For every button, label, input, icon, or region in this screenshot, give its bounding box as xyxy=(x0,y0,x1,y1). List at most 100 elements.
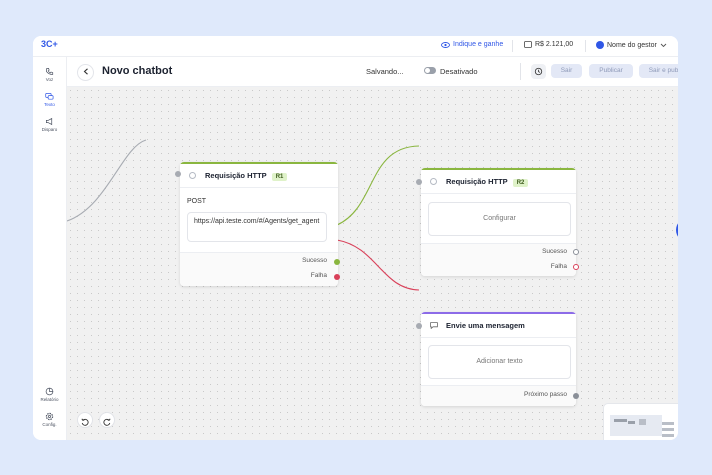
url-field[interactable]: https://api.teste.com/#/Agents/get_agent xyxy=(187,212,327,242)
node-header: Envie uma mensagem xyxy=(421,314,576,338)
chevron-down-icon xyxy=(660,43,667,47)
sidebar-item-label: Config. xyxy=(42,422,57,427)
redo-button[interactable] xyxy=(99,412,115,428)
add-text-field[interactable]: Adicionar texto xyxy=(428,345,571,379)
sidebar-item-label: Voz xyxy=(45,77,54,82)
http-method: POST xyxy=(187,198,207,205)
sidebar-item-config[interactable]: Config. xyxy=(33,412,66,427)
minimap-node xyxy=(614,419,627,422)
configure-button[interactable]: Configurar xyxy=(428,202,571,236)
sidebar-item-label: Disparo xyxy=(41,127,58,132)
user-menu[interactable]: Nome do gestor xyxy=(596,41,667,49)
success-port-label: Sucesso xyxy=(302,257,327,264)
success-port[interactable] xyxy=(573,249,579,255)
node-title: Envie uma mensagem xyxy=(446,321,525,330)
phone-icon xyxy=(46,67,54,75)
node-footer: Próximo passo xyxy=(421,385,576,406)
failure-port-label: Falha xyxy=(310,272,327,279)
success-port[interactable] xyxy=(334,259,340,265)
logo-text: 3C xyxy=(41,39,53,49)
sidebar: Voz Texto Disparo Relatório Config. xyxy=(33,57,67,440)
next-step-port[interactable] xyxy=(573,393,579,399)
sidebar-item-texto[interactable]: Texto xyxy=(33,92,66,107)
node-footer: Sucesso Falha xyxy=(180,252,338,286)
node-badge: R1 xyxy=(271,173,288,181)
undo-button[interactable] xyxy=(77,412,93,428)
sidebar-item-voz[interactable]: Voz xyxy=(33,67,66,82)
referral-label: Indique e ganhe xyxy=(453,41,504,48)
exit-and-publish-button[interactable]: Sair e publicar xyxy=(639,64,678,78)
node-badge: R2 xyxy=(512,179,529,187)
sidebar-item-label: Texto xyxy=(44,102,55,107)
minimap-preview xyxy=(610,415,674,437)
message-icon xyxy=(430,322,438,329)
node-title-text: Requisição HTTP xyxy=(205,171,267,180)
flow-canvas[interactable]: Requisição HTTP R1 POST https://api.teste… xyxy=(67,87,678,440)
wallet-icon xyxy=(524,41,532,48)
next-step-port-label: Próximo passo xyxy=(524,391,567,398)
active-toggle[interactable] xyxy=(424,67,436,74)
sidebar-item-label: Relatório xyxy=(40,397,59,402)
success-edge xyxy=(336,145,420,226)
sidebar-item-disparo[interactable]: Disparo xyxy=(33,117,66,132)
balance: R$ 2.121,00 xyxy=(524,41,573,48)
incoming-edge xyxy=(67,139,147,222)
minimap-viewport xyxy=(610,415,662,436)
input-port[interactable] xyxy=(416,323,422,329)
node-title: Requisição HTTP R1 xyxy=(205,171,288,181)
publish-button[interactable]: Publicar xyxy=(589,64,633,78)
http-request-node-r2[interactable]: Requisição HTTP R2 Configurar Sucesso Fal… xyxy=(421,168,576,276)
chevron-left-icon xyxy=(83,68,88,75)
eye-icon xyxy=(441,41,450,48)
failure-edge xyxy=(336,239,420,291)
input-port[interactable] xyxy=(416,179,422,185)
input-port[interactable] xyxy=(175,171,181,177)
node-title-text: Requisição HTTP xyxy=(446,177,508,186)
edges-layer xyxy=(67,139,420,291)
node-header: Requisição HTTP R1 xyxy=(180,164,338,188)
history-icon xyxy=(534,67,543,76)
balance-value: R$ 2.121,00 xyxy=(535,41,574,48)
report-icon xyxy=(45,387,54,396)
node-footer: Sucesso Falha xyxy=(421,243,576,276)
save-status: Salvando... xyxy=(366,67,404,76)
failure-port[interactable] xyxy=(334,274,340,280)
exit-button[interactable]: Sair xyxy=(551,64,582,78)
success-port-label: Sucesso xyxy=(542,248,567,255)
back-button[interactable] xyxy=(77,64,94,81)
http-icon xyxy=(189,172,196,179)
divider xyxy=(585,40,586,52)
user-name: Nome do gestor xyxy=(607,41,657,49)
minimap-node xyxy=(662,422,674,425)
sidebar-item-relatorio[interactable]: Relatório xyxy=(33,387,66,402)
http-request-node-r1[interactable]: Requisição HTTP R1 POST https://api.teste… xyxy=(180,162,338,286)
divider xyxy=(520,63,521,80)
app-window: 3C+ Indique e ganhe R$ 2.121,00 Nome do … xyxy=(33,36,678,440)
undo-icon xyxy=(81,418,89,426)
failure-port-label: Falha xyxy=(550,263,567,270)
active-toggle-label: Desativado xyxy=(440,67,478,76)
minimap-node xyxy=(662,428,674,431)
minimap[interactable] xyxy=(603,403,678,440)
editor-header: Novo chatbot Salvando... Desativado Sair… xyxy=(67,57,678,87)
node-title: Requisição HTTP R2 xyxy=(446,177,529,187)
send-message-node[interactable]: Envie uma mensagem Adicionar texto Próxi… xyxy=(421,312,576,406)
avatar xyxy=(596,41,604,49)
history-button[interactable] xyxy=(531,64,546,79)
minimap-node xyxy=(639,419,646,425)
node-header: Requisição HTTP R2 xyxy=(421,170,576,194)
minimap-node xyxy=(628,421,635,424)
logo-plus: + xyxy=(52,39,58,49)
referral-link[interactable]: Indique e ganhe xyxy=(441,41,503,48)
chat-icon xyxy=(45,92,54,100)
megaphone-icon xyxy=(45,117,53,126)
app-logo[interactable]: 3C+ xyxy=(41,39,58,53)
gear-icon xyxy=(45,412,54,421)
redo-icon xyxy=(103,418,111,426)
top-bar: 3C+ Indique e ganhe R$ 2.121,00 Nome do … xyxy=(33,36,678,57)
page-title: Novo chatbot xyxy=(102,65,173,77)
http-icon xyxy=(430,178,437,185)
divider xyxy=(512,40,513,52)
minimap-node xyxy=(662,434,674,437)
failure-port[interactable] xyxy=(573,264,579,270)
